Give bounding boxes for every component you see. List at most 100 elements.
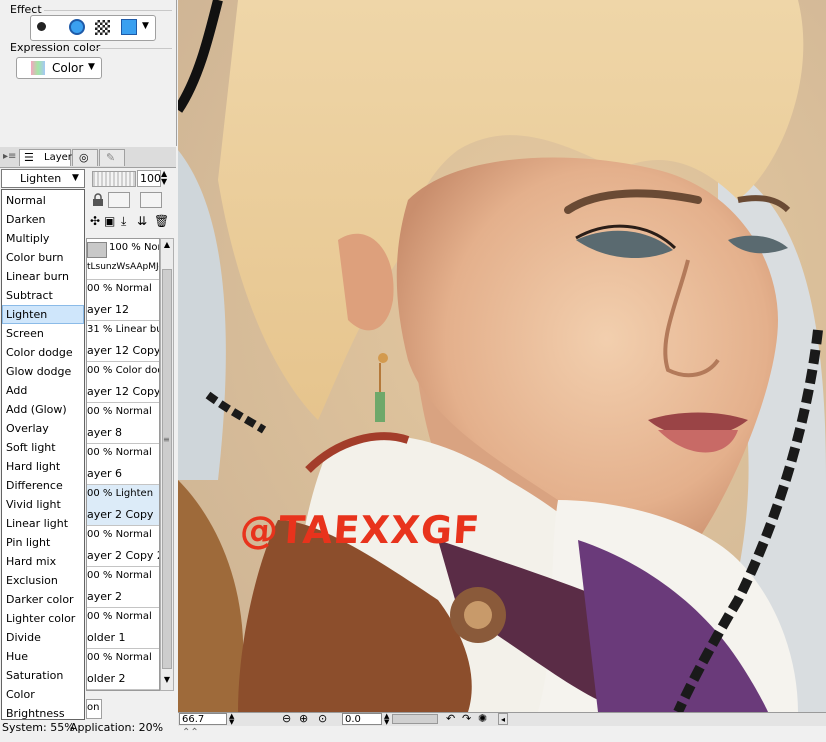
rotate-left-icon[interactable]: ↶ — [446, 713, 455, 725]
tab-navigator[interactable]: ◎ — [72, 149, 98, 166]
square-icon[interactable] — [121, 19, 137, 35]
layer-row[interactable]: 00 % Normal ayer 12 — [87, 280, 159, 321]
layer-row[interactable]: 00 % Normal ayer 2 Copy 2 — [87, 526, 159, 567]
solid-dot-icon[interactable] — [37, 22, 46, 31]
opacity-spin-icon[interactable]: ▲ ▼ — [161, 170, 167, 186]
layer-row[interactable]: 00 % Normal older 1 — [87, 608, 159, 649]
noise-pattern-icon[interactable] — [95, 20, 110, 35]
blend-mode-option[interactable]: Lighter color — [2, 609, 84, 628]
layer-name: ayer 2 Copy — [87, 508, 154, 521]
blend-mode-option[interactable]: Add — [2, 381, 84, 400]
blend-mode-option[interactable]: Multiply — [2, 229, 84, 248]
blend-mode-option[interactable]: Saturation — [2, 666, 84, 685]
lock-icon[interactable] — [90, 193, 106, 207]
blend-mode-option[interactable]: Darker color — [2, 590, 84, 609]
blend-mode-option[interactable]: Add (Glow) — [2, 400, 84, 419]
layer-row[interactable]: 31 % Linear burn ayer 12 Copy 2 — [87, 321, 159, 362]
layer-row[interactable]: 00 % Normal — [87, 690, 159, 691]
blend-mode-option[interactable]: Lighten — [2, 305, 84, 324]
blend-mode-dropdown-list[interactable]: Normal Darken Multiply Color burn Linear bur… — [1, 189, 85, 720]
watermark-text: @TAEXXGF — [238, 508, 482, 552]
blend-mode-option[interactable]: Hard mix — [2, 552, 84, 571]
tab-layer[interactable]: ☰ Layer — [19, 149, 72, 166]
layer-row[interactable]: 00 % Normal ayer 6 — [87, 444, 159, 485]
chevron-down-icon: ▼ — [72, 173, 79, 183]
layer-row-top[interactable]: 100 % Norm tLsunzWsAApMJ- — [87, 239, 159, 280]
transfer-down-icon[interactable]: ⤓ — [121, 214, 126, 229]
rotation-input[interactable]: 0.0 — [342, 713, 382, 725]
zoom-input[interactable]: 66.7 — [179, 713, 227, 725]
layer-row[interactable]: 00 % Color dodge ayer 12 Copy 3 — [87, 362, 159, 403]
blur-circle-icon[interactable] — [69, 19, 85, 35]
layer-name: ayer 2 Copy 2 — [87, 549, 160, 562]
tab-tool[interactable]: ✎ — [99, 149, 125, 166]
canvas-area[interactable]: @TAEXXGF — [178, 0, 826, 712]
expression-color-dropdown[interactable]: Color ▼ — [16, 57, 102, 79]
opacity-input[interactable]: 100 — [137, 170, 161, 187]
blend-mode-option[interactable]: Linear burn — [2, 267, 84, 286]
blend-mode-option[interactable]: Soft light — [2, 438, 84, 457]
rotation-spin-icon[interactable]: ▲ ▼ — [384, 713, 392, 726]
blend-mode-option[interactable]: Darken — [2, 210, 84, 229]
blend-mode-option[interactable]: Divide — [2, 628, 84, 647]
panel-tabs: ▸≡ ☰ Layer ◎ ✎ — [0, 147, 176, 168]
rotate-right-icon[interactable]: ↷ — [462, 713, 471, 725]
layer-list[interactable]: 100 % Norm tLsunzWsAApMJ- 00 % Normal aye… — [86, 238, 160, 691]
blend-mode-option[interactable]: Hue — [2, 647, 84, 666]
grip-icon: ≡ — [163, 435, 170, 444]
blend-mode-option[interactable]: Brightness — [2, 704, 84, 723]
scroll-thumb[interactable] — [162, 269, 172, 669]
layer-blend-info: 00 % Lighten — [87, 488, 154, 499]
zoom-out-icon[interactable]: ⊖ — [282, 713, 291, 725]
merge-down-icon[interactable]: ⇊ — [137, 214, 147, 228]
zoom-spin-icon[interactable]: ▲ ▼ — [229, 713, 237, 726]
preserve-opacity-button[interactable] — [108, 192, 130, 208]
blend-mode-option[interactable]: Glow dodge — [2, 362, 84, 381]
layer-name: ayer 6 — [87, 467, 123, 480]
scroll-down-icon[interactable]: ▼ — [162, 675, 172, 689]
canvas-control-bar: 66.7 ▲ ▼ ⊖ ⊕ ⊙ 0.0 ▲ ▼ ↶ ↷ ✺ ◂ — [178, 712, 826, 727]
blend-mode-option[interactable]: Normal — [2, 191, 84, 210]
new-layer-icon[interactable]: ✣ — [90, 214, 100, 228]
clipping-button[interactable] — [140, 192, 162, 208]
layer-stack-icon: ☰ — [24, 151, 34, 164]
blend-mode-option[interactable]: Linear light — [2, 514, 84, 533]
tab-fragment[interactable]: on — [86, 699, 102, 719]
effect-selector[interactable]: ▼ — [30, 15, 156, 41]
layer-list-scrollbar[interactable]: ▲ ≡ ▼ — [160, 238, 174, 691]
blend-mode-option[interactable]: Vivid light — [2, 495, 84, 514]
layer-thumbnail — [87, 242, 107, 258]
zoom-reset-icon[interactable]: ⊙ — [318, 713, 327, 725]
layer-blend-info: 00 % Normal — [87, 529, 152, 540]
layer-row[interactable]: 00 % Lighten ayer 2 Copy — [87, 485, 159, 526]
layer-name: ayer 2 — [87, 590, 123, 603]
blend-mode-option[interactable]: Difference — [2, 476, 84, 495]
blend-mode-select[interactable]: Lighten ▼ — [1, 169, 85, 188]
trash-icon[interactable]: 🗑 — [154, 214, 169, 228]
blend-mode-option[interactable]: Color dodge — [2, 343, 84, 362]
rotate-reset-icon[interactable]: ✺ — [478, 713, 487, 725]
layer-action-toolbar: ✣ ▣ ⤓ ⇊ 🗑 — [90, 214, 174, 232]
layer-row[interactable]: 00 % Normal ayer 2 — [87, 567, 159, 608]
zoom-in-icon[interactable]: ⊕ — [299, 713, 308, 725]
chevron-down-icon[interactable]: ▼ — [142, 21, 149, 31]
layer-mask-icon[interactable]: ▣ — [104, 214, 115, 228]
scroll-left-icon[interactable]: ◂ — [498, 713, 508, 725]
blend-mode-option[interactable]: Pin light — [2, 533, 84, 552]
layer-blend-info: 00 % Normal — [87, 652, 152, 663]
blend-mode-option[interactable]: Exclusion — [2, 571, 84, 590]
layer-row[interactable]: 00 % Normal older 2 — [87, 649, 159, 690]
blend-mode-option[interactable]: Color — [2, 685, 84, 704]
blend-mode-option[interactable]: Hard light — [2, 457, 84, 476]
opacity-slider[interactable] — [92, 171, 136, 187]
blend-mode-option[interactable]: Color burn — [2, 248, 84, 267]
blend-mode-option[interactable]: Screen — [2, 324, 84, 343]
blend-mode-option[interactable]: Subtract — [2, 286, 84, 305]
scroll-up-icon[interactable]: ▲ — [162, 240, 172, 254]
expand-icon[interactable]: ⌃⌃ — [182, 727, 199, 738]
layer-row[interactable]: 00 % Normal ayer 8 — [87, 403, 159, 444]
color-swatch-icon — [31, 61, 45, 75]
rotation-slider[interactable] — [392, 714, 438, 724]
blend-mode-option[interactable]: Overlay — [2, 419, 84, 438]
collapse-icon[interactable]: ▸≡ — [3, 151, 16, 162]
